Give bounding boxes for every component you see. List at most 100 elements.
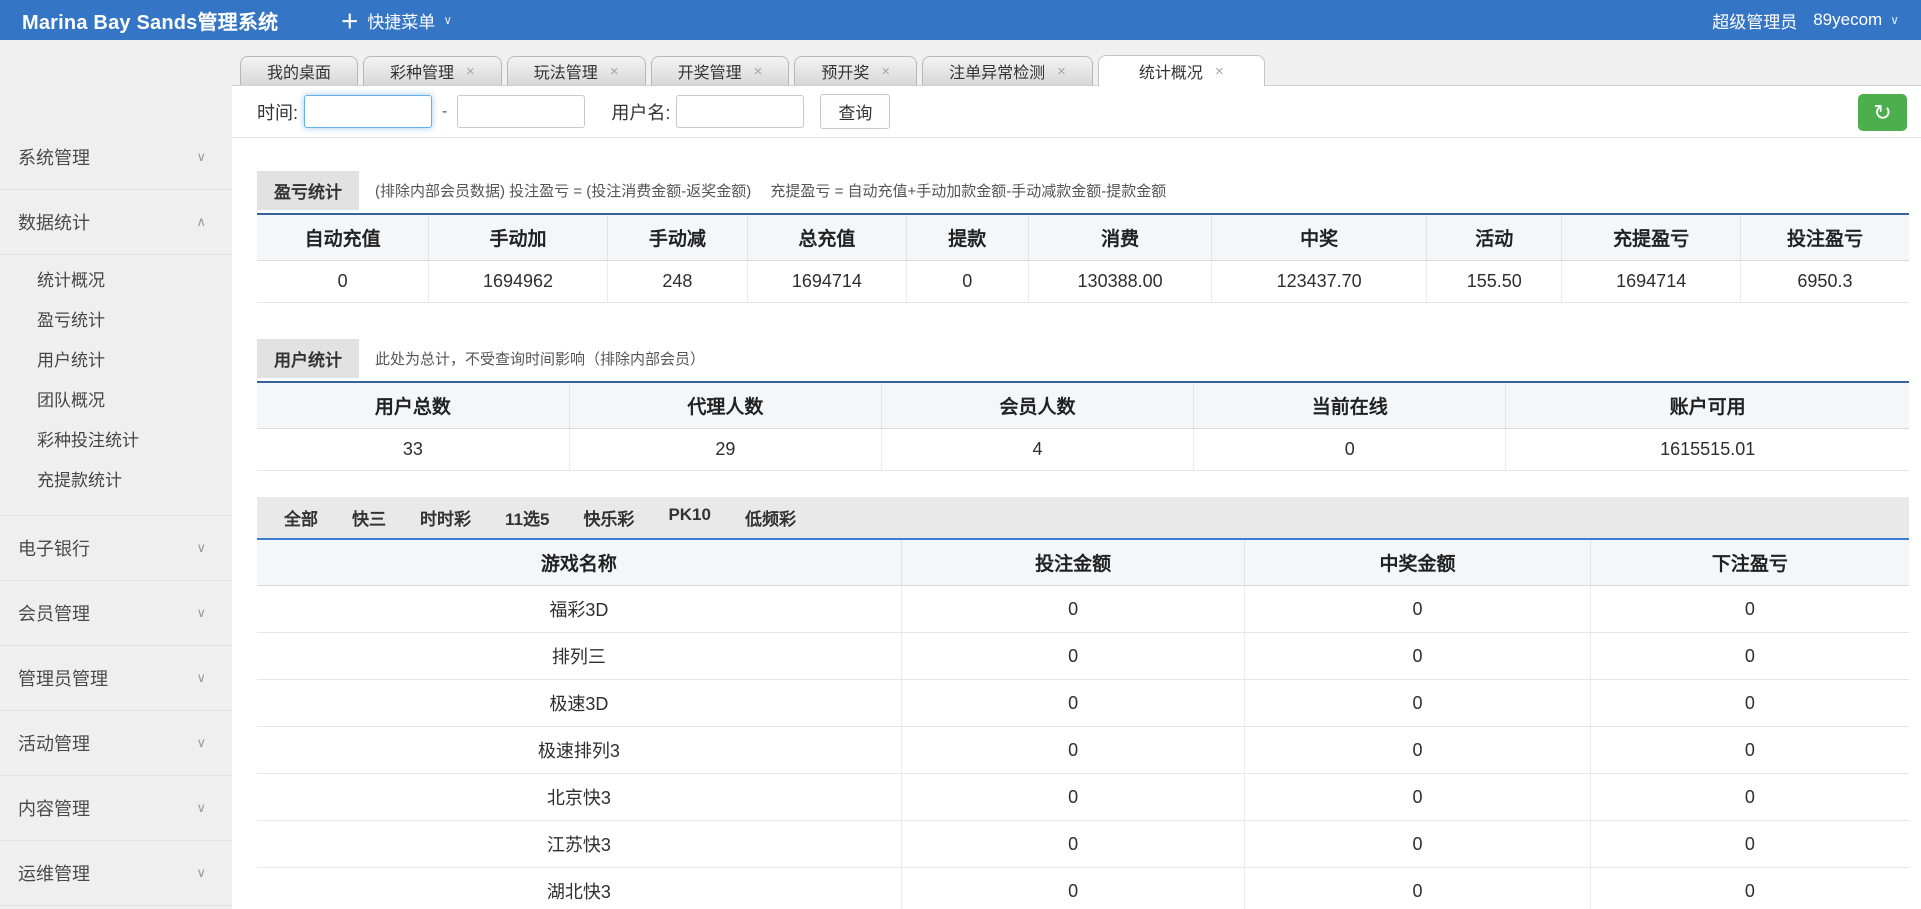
sidebar-item-label: 活动管理	[18, 730, 90, 756]
sidebar-item[interactable]: 运维管理∨	[0, 841, 232, 905]
table-cell: 福彩3D	[257, 586, 901, 633]
sidebar-group: 运维管理∨	[0, 841, 232, 906]
query-bar: 时间: - 用户名: 查询 ↻	[232, 86, 1921, 138]
table-cell: 湖北快3	[257, 868, 901, 909]
table-row: 江苏快3000	[257, 821, 1909, 868]
table-row: 北京快3000	[257, 774, 1909, 821]
profit-section-note: (排除内部会员数据) 投注盈亏 = (投注消费金额-返奖金额) 充提盈亏 = 自…	[375, 180, 1166, 201]
search-button[interactable]: 查询	[820, 94, 890, 129]
sidebar-item[interactable]: 活动管理 ∨	[0, 711, 232, 775]
document-tab[interactable]: 我的桌面	[240, 56, 358, 85]
sidebar-item-label: 电子银行	[18, 535, 90, 561]
username-input[interactable]	[676, 95, 804, 128]
column-header: 手动减	[607, 214, 747, 261]
document-tab[interactable]: 统计概况 ×	[1098, 55, 1265, 86]
sidebar-item[interactable]: 系统管理∨	[0, 125, 232, 189]
chevron-down-icon: ∨	[196, 865, 206, 881]
sidebar-group: 内容管理∨	[0, 776, 232, 841]
table-cell: 0	[1590, 774, 1909, 821]
sidebar-subitem[interactable]: 盈亏统计	[0, 301, 232, 341]
sidebar-item-label: 管理员管理	[18, 665, 108, 691]
game-tab[interactable]: 全部	[257, 497, 335, 538]
table-cell: 0	[906, 261, 1028, 303]
tab-label: 开奖管理	[678, 59, 742, 83]
table-row: 湖北快3000	[257, 868, 1909, 909]
column-header: 总充值	[748, 214, 907, 261]
table-cell: 0	[1590, 680, 1909, 727]
table-cell: 155.50	[1427, 261, 1562, 303]
refresh-button[interactable]: ↻	[1858, 94, 1907, 131]
table-cell: 1694714	[1562, 261, 1740, 303]
table-cell: 0	[1245, 821, 1590, 868]
tab-label: 统计概况	[1139, 59, 1203, 83]
column-header: 游戏名称	[257, 540, 901, 586]
sidebar-subitem[interactable]: 用户统计	[0, 341, 232, 381]
game-tab[interactable]: 快三	[335, 497, 403, 538]
sidebar-subitem[interactable]: 彩种投注统计	[0, 421, 232, 461]
quick-menu-button[interactable]: ＋ 快捷菜单 ∨	[340, 7, 452, 34]
sidebar-group: 会员管理∨	[0, 581, 232, 646]
game-tab[interactable]: 时时彩	[403, 497, 488, 538]
sidebar-item-label: 内容管理	[18, 795, 90, 821]
tab-bar: 我的桌面彩种管理×玩法管理×开奖管理×预开奖×注单异常检测×统计概况×	[232, 40, 1921, 86]
game-tab[interactable]: PK10	[651, 497, 728, 538]
close-icon[interactable]: ×	[754, 64, 763, 79]
table-cell: 北京快3	[257, 774, 901, 821]
tab-label: 预开奖	[821, 59, 869, 83]
column-header: 充提盈亏	[1562, 214, 1740, 261]
quick-menu-label: 快捷菜单	[367, 8, 435, 33]
document-tab[interactable]: 预开奖 ×	[794, 56, 917, 85]
table-row: 0169496224816947140130388.00123437.70155…	[257, 261, 1909, 303]
table-row: 极速排列3000	[257, 727, 1909, 774]
table-cell: 极速排列3	[257, 727, 901, 774]
user-role: 超级管理员	[1712, 8, 1797, 33]
table-row: 3329401615515.01	[257, 429, 1909, 471]
user-menu[interactable]: 超级管理员 89yecom ∨	[1712, 8, 1899, 33]
sidebar-item[interactable]: 会员管理∨	[0, 581, 232, 645]
column-header: 活动	[1427, 214, 1562, 261]
document-tab[interactable]: 注单异常检测×	[922, 56, 1093, 85]
table-cell: 0	[1194, 429, 1506, 471]
table-cell: 0	[1590, 821, 1909, 868]
table-cell: 130388.00	[1028, 261, 1211, 303]
game-tab[interactable]: 11选5	[488, 497, 566, 538]
close-icon[interactable]: ×	[610, 64, 619, 79]
document-tab[interactable]: 开奖管理 ×	[651, 56, 790, 85]
table-row: 排列三000	[257, 633, 1909, 680]
sidebar-item[interactable]: 内容管理∨	[0, 776, 232, 840]
sidebar-item[interactable]: 管理员管理∨	[0, 646, 232, 710]
close-icon[interactable]: ×	[881, 64, 890, 79]
game-tab[interactable]: 低频彩	[728, 497, 813, 538]
table-cell: 0	[1245, 774, 1590, 821]
table-cell: 0	[901, 680, 1245, 727]
chevron-down-icon: ∨	[196, 149, 206, 165]
document-tab[interactable]: 玩法管理×	[507, 56, 646, 85]
chevron-up-icon: ∧	[196, 214, 206, 230]
table-cell: 0	[257, 261, 429, 303]
column-header: 手动加	[429, 214, 607, 261]
time-from-input[interactable]	[304, 95, 432, 128]
game-tab-bar: 全部快三时时彩11选5快乐彩PK10低频彩	[257, 497, 1909, 540]
column-header: 提款	[906, 214, 1028, 261]
close-icon[interactable]: ×	[466, 64, 475, 79]
document-tab[interactable]: 彩种管理×	[363, 56, 502, 85]
sidebar-subitem[interactable]: 统计概况	[0, 261, 232, 301]
sidebar-item[interactable]: 数据统计∧	[0, 190, 232, 254]
sidebar-group: 系统管理∨	[0, 125, 232, 190]
game-tab[interactable]: 快乐彩	[566, 497, 651, 538]
profit-section-header: 盈亏统计 (排除内部会员数据) 投注盈亏 = (投注消费金额-返奖金额) 充提盈…	[257, 171, 1909, 210]
close-icon[interactable]: ×	[1215, 64, 1224, 79]
table-header-row: 自动充值手动加手动减总充值提款消费中奖活动充提盈亏投注盈亏	[257, 214, 1909, 261]
sidebar-subitem[interactable]: 团队概况	[0, 381, 232, 421]
sidebar-item[interactable]: 电子银行∨	[0, 516, 232, 580]
sidebar-subitem[interactable]: 充提款统计	[0, 461, 232, 501]
column-header: 下注盈亏	[1590, 540, 1909, 586]
time-to-input[interactable]	[457, 95, 585, 128]
chevron-down-icon: ∨	[1890, 13, 1899, 27]
sidebar-group: 活动管理 ∨	[0, 711, 232, 776]
chevron-down-icon: ∨	[196, 735, 206, 751]
table-cell: 0	[1245, 727, 1590, 774]
close-icon[interactable]: ×	[1057, 64, 1066, 79]
column-header: 账户可用	[1506, 382, 1909, 429]
profit-section-label: 盈亏统计	[257, 171, 359, 210]
